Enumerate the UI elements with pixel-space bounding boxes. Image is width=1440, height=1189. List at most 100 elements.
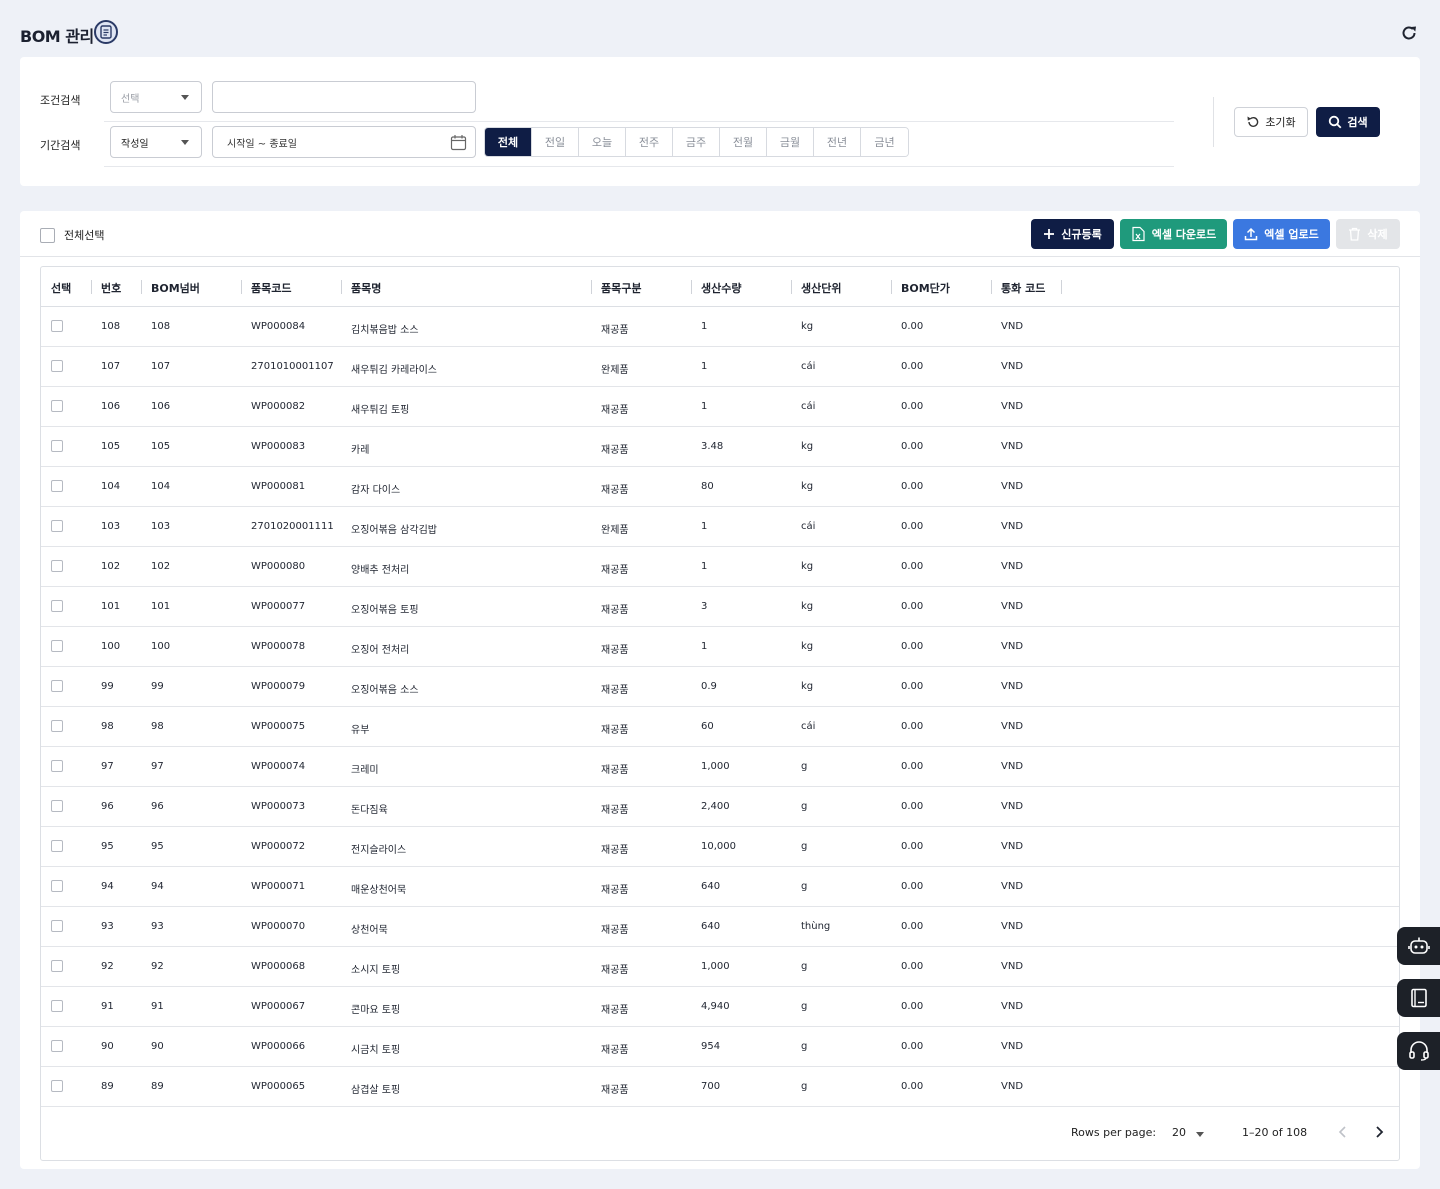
row-checkbox-cell	[51, 600, 63, 615]
table-cell: 재공품	[601, 765, 629, 776]
robot-icon[interactable]	[1397, 927, 1440, 965]
table-row[interactable]: 100 100 WP000078 오징어 전처리 재공품 1 kg 0.00 VND	[41, 627, 1399, 667]
column-header[interactable]: 번호	[101, 280, 121, 296]
column-resize-handle[interactable]	[141, 280, 142, 294]
row-checkbox[interactable]	[51, 360, 63, 372]
row-checkbox[interactable]	[51, 760, 63, 772]
column-resize-handle[interactable]	[991, 280, 992, 294]
period-type-select[interactable]: 작성일	[110, 126, 202, 158]
table-row[interactable]: 91 91 WP000067 콘마요 토핑 재공품 4,940 g 0.00 VND	[41, 987, 1399, 1027]
select-all-checkbox[interactable]	[40, 227, 55, 243]
column-resize-handle[interactable]	[241, 280, 242, 294]
rows-per-page-select[interactable]: 20	[1172, 1126, 1186, 1139]
column-resize-handle[interactable]	[341, 280, 342, 294]
table-row[interactable]: 92 92 WP000068 소시지 토핑 재공품 1,000 g 0.00 VND	[41, 947, 1399, 987]
column-header[interactable]: 선택	[51, 280, 71, 296]
chevron-down-icon[interactable]	[1196, 1132, 1204, 1137]
column-header[interactable]: 품목구분	[601, 280, 641, 296]
period-button[interactable]: 금년	[861, 128, 908, 156]
table-row[interactable]: 103 103 2701020001111 오징어볶음 삼각김밥 완제품 1 cái 0.00…	[41, 507, 1399, 547]
chevron-left-icon[interactable]	[1335, 1124, 1351, 1140]
table-row[interactable]: 90 90 WP000066 시금치 토핑 재공품 954 g 0.00 VND	[41, 1027, 1399, 1067]
period-button[interactable]: 전체	[485, 128, 532, 156]
column-header[interactable]: 생산수량	[701, 280, 741, 296]
column-header[interactable]: 품목코드	[251, 280, 291, 296]
row-checkbox-cell	[51, 400, 63, 415]
row-checkbox[interactable]	[51, 680, 63, 692]
table-cell: VND	[1001, 1041, 1024, 1052]
row-checkbox[interactable]	[51, 520, 63, 532]
excel-upload-button[interactable]: 엑셀 업로드	[1233, 219, 1330, 249]
row-checkbox[interactable]	[51, 800, 63, 812]
table-cell: g	[801, 1001, 808, 1012]
column-header[interactable]: BOM단가	[901, 280, 950, 296]
row-checkbox[interactable]	[51, 1000, 63, 1012]
reset-button[interactable]: 초기화	[1234, 107, 1308, 137]
table-row[interactable]: 106 106 WP000082 새우튀김 토핑 재공품 1 cái 0.00 VND	[41, 387, 1399, 427]
table-cell: 1	[701, 401, 708, 412]
select-all[interactable]: 전체선택	[40, 227, 104, 243]
date-range-input[interactable]: 시작일 ~ 종료일	[212, 126, 476, 158]
table-row[interactable]: 95 95 WP000072 전지슬라이스 재공품 10,000 g 0.00 VND	[41, 827, 1399, 867]
period-button[interactable]: 전주	[626, 128, 673, 156]
period-button[interactable]: 오늘	[579, 128, 626, 156]
column-resize-handle[interactable]	[91, 280, 92, 294]
column-header[interactable]: 생산단위	[801, 280, 841, 296]
row-checkbox[interactable]	[51, 880, 63, 892]
table-row[interactable]: 97 97 WP000074 크레미 재공품 1,000 g 0.00 VND	[41, 747, 1399, 787]
table-row[interactable]: 108 108 WP000084 김치볶음밥 소스 재공품 1 kg 0.00 VND	[41, 307, 1399, 347]
table-row[interactable]: 96 96 WP000073 돈다짐육 재공품 2,400 g 0.00 VND	[41, 787, 1399, 827]
row-checkbox[interactable]	[51, 1080, 63, 1092]
row-checkbox[interactable]	[51, 720, 63, 732]
table-row[interactable]: 89 89 WP000065 삼겹살 토핑 재공품 700 g 0.00 VND	[41, 1067, 1399, 1107]
table-row[interactable]: 98 98 WP000075 유부 재공품 60 cái 0.00 VND	[41, 707, 1399, 747]
search-button[interactable]: 검색	[1316, 107, 1380, 137]
table-row[interactable]: 94 94 WP000071 매운상천어묵 재공품 640 g 0.00 VND	[41, 867, 1399, 907]
row-checkbox[interactable]	[51, 480, 63, 492]
column-header[interactable]: 품목명	[351, 280, 381, 296]
table-row[interactable]: 107 107 2701010001107 새우튀김 카레라이스 완제품 1 cái 0.00…	[41, 347, 1399, 387]
table-row[interactable]: 105 105 WP000083 카레 재공품 3.48 kg 0.00 VND	[41, 427, 1399, 467]
table-row[interactable]: 99 99 WP000079 오징어볶음 소스 재공품 0.9 kg 0.00 VND	[41, 667, 1399, 707]
table-row[interactable]: 102 102 WP000080 양배추 전처리 재공품 1 kg 0.00 VND	[41, 547, 1399, 587]
row-checkbox[interactable]	[51, 320, 63, 332]
manual-icon[interactable]	[1397, 979, 1440, 1017]
headset-icon[interactable]	[1397, 1032, 1440, 1070]
row-checkbox[interactable]	[51, 840, 63, 852]
row-checkbox[interactable]	[51, 640, 63, 652]
period-button[interactable]: 전월	[720, 128, 767, 156]
period-button[interactable]: 금주	[673, 128, 720, 156]
refresh-icon[interactable]	[1398, 22, 1420, 44]
keyword-input[interactable]	[212, 81, 476, 113]
column-resize-handle[interactable]	[691, 280, 692, 294]
period-button[interactable]: 금월	[767, 128, 814, 156]
column-resize-handle[interactable]	[591, 280, 592, 294]
chevron-right-icon[interactable]	[1371, 1124, 1387, 1140]
row-checkbox[interactable]	[51, 1040, 63, 1052]
table-row[interactable]: 101 101 WP000077 오징어볶음 토핑 재공품 3 kg 0.00 VND	[41, 587, 1399, 627]
condition-select[interactable]: 선택	[110, 81, 202, 113]
table-row[interactable]: 104 104 WP000081 감자 다이스 재공품 80 kg 0.00 VND	[41, 467, 1399, 507]
new-register-button[interactable]: 신규등록	[1031, 219, 1114, 249]
column-resize-handle[interactable]	[791, 280, 792, 294]
table-cell: 0.00	[901, 761, 924, 772]
row-checkbox[interactable]	[51, 960, 63, 972]
calendar-icon[interactable]	[450, 134, 467, 154]
table-cell: WP000065	[251, 1081, 306, 1092]
row-checkbox[interactable]	[51, 400, 63, 412]
period-button[interactable]: 전년	[814, 128, 861, 156]
document-icon[interactable]	[94, 20, 118, 44]
excel-download-button[interactable]: 엑셀 다운로드	[1120, 219, 1227, 249]
table-cell: 0.00	[901, 601, 924, 612]
row-checkbox[interactable]	[51, 440, 63, 452]
column-header[interactable]: BOM넘버	[151, 280, 200, 296]
row-checkbox[interactable]	[51, 920, 63, 932]
table-row[interactable]: 93 93 WP000070 상천어묵 재공품 640 thùng 0.00 VND	[41, 907, 1399, 947]
column-resize-handle[interactable]	[1061, 280, 1062, 294]
column-header[interactable]: 통화 코드	[1001, 280, 1045, 296]
delete-button[interactable]: 삭제	[1336, 219, 1400, 249]
period-button[interactable]: 전일	[532, 128, 579, 156]
row-checkbox[interactable]	[51, 560, 63, 572]
column-resize-handle[interactable]	[891, 280, 892, 294]
row-checkbox[interactable]	[51, 600, 63, 612]
